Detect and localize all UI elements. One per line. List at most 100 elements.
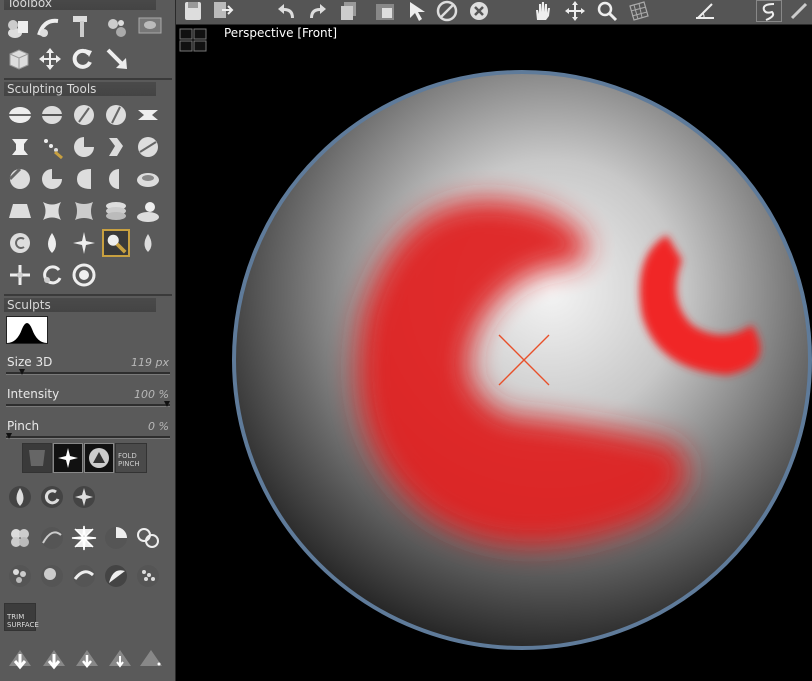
down-arrow-icon[interactable] — [106, 645, 134, 673]
bulge-tool-icon[interactable] — [70, 197, 98, 225]
grab-tool-icon[interactable] — [70, 133, 98, 161]
size-slider-label: Size 3D — [7, 355, 53, 369]
drop-tool-icon[interactable] — [38, 229, 66, 257]
c-tool-icon[interactable] — [6, 229, 34, 257]
curve-tools-icon[interactable] — [35, 14, 63, 42]
layers-icon[interactable] — [336, 0, 362, 22]
left-toolbox-panel: Toolbox Sculpting Tools Sculpts Size 3D — [0, 0, 176, 681]
save-icon[interactable] — [180, 0, 206, 22]
scrape-tool-icon[interactable] — [134, 133, 162, 161]
redo-icon[interactable] — [304, 0, 330, 22]
drop-brush-icon[interactable] — [6, 483, 34, 511]
planar-tool-icon[interactable] — [134, 165, 162, 193]
main-toolbar — [176, 0, 812, 25]
sculpt-canvas[interactable] — [177, 25, 812, 681]
star-brush-icon[interactable] — [70, 483, 98, 511]
size-slider-knob[interactable] — [19, 369, 26, 375]
brush-icon[interactable] — [786, 0, 812, 22]
pinch-slider[interactable] — [6, 433, 170, 439]
fill-tool-icon[interactable] — [6, 165, 34, 193]
fold-label: FOLD — [118, 452, 137, 460]
intensity-slider-label: Intensity — [7, 387, 60, 401]
trim-surface-button[interactable]: TRIM SURFACE — [4, 603, 39, 631]
flower-brush-icon[interactable] — [6, 524, 34, 552]
falloff-curve-preview[interactable] — [6, 316, 48, 344]
primitives-icon[interactable] — [5, 14, 33, 42]
intensity-slider-value: 100 % — [134, 388, 169, 401]
rotate-sculpt-icon[interactable] — [38, 261, 66, 289]
wave-brush-icon[interactable] — [70, 562, 98, 590]
intensity-slider[interactable] — [6, 401, 170, 407]
sculpting-tools-title: Sculpting Tools — [4, 82, 156, 96]
peak-arrow-icon[interactable] — [137, 645, 165, 673]
size-slider-value: 119 px — [131, 356, 169, 369]
drag-tool-icon[interactable] — [70, 165, 98, 193]
move-arrows-icon[interactable] — [36, 45, 64, 73]
scale-arrow-icon[interactable] — [103, 45, 131, 73]
pinch-label: PINCH — [118, 460, 140, 468]
down-arrow-icon[interactable] — [6, 645, 34, 673]
stretch-tool-icon[interactable] — [6, 133, 34, 161]
export-icon[interactable] — [210, 0, 236, 22]
object-icon[interactable] — [372, 0, 398, 22]
move-icon[interactable] — [562, 0, 588, 22]
size-slider[interactable] — [6, 369, 170, 375]
magnify-tool-icon[interactable] — [38, 165, 66, 193]
shell-brush-icon[interactable] — [38, 524, 66, 552]
transform-icon[interactable] — [103, 14, 131, 42]
zoom-icon[interactable] — [594, 0, 620, 22]
hammer-icon[interactable] — [68, 12, 96, 40]
spray-tool-icon[interactable] — [38, 133, 66, 161]
shrink-tool-icon[interactable] — [102, 165, 130, 193]
angle-icon[interactable] — [692, 0, 718, 22]
grid-icon[interactable] — [626, 0, 652, 22]
mode-button-sparkle[interactable] — [53, 443, 83, 473]
pinch-square-icon[interactable] — [38, 197, 66, 225]
toolbox-title: Toolbox — [4, 0, 156, 10]
down-arrow-icon[interactable] — [40, 645, 68, 673]
cut-sphere-icon[interactable] — [102, 524, 130, 552]
swirl-brush-icon[interactable] — [38, 483, 66, 511]
select-arrow-icon[interactable] — [404, 0, 430, 22]
pinch-slider-knob[interactable] — [6, 433, 12, 439]
crease-tool-icon[interactable] — [102, 101, 130, 129]
lasso-icon[interactable] — [756, 0, 782, 22]
inflate-icon[interactable] — [6, 101, 34, 129]
twist-tool-icon[interactable] — [102, 133, 130, 161]
pan-hand-icon[interactable] — [529, 0, 555, 22]
rotate-icon[interactable] — [68, 45, 96, 73]
sculpts-title: Sculpts — [4, 298, 156, 312]
stamp-tool-icon[interactable] — [134, 197, 162, 225]
move-sculpt-icon[interactable] — [6, 261, 34, 289]
divider — [4, 294, 172, 296]
cube-icon[interactable] — [5, 45, 33, 73]
cluster-brush-icon[interactable] — [6, 562, 34, 590]
paint-brush-icon[interactable] — [102, 229, 130, 257]
mode-button-triangle[interactable] — [84, 443, 114, 473]
3d-viewport[interactable]: Perspective [Front] — [177, 25, 812, 681]
target-icon[interactable] — [70, 261, 98, 289]
screen-icon[interactable] — [136, 12, 164, 40]
smooth-tool-icon[interactable] — [70, 101, 98, 129]
bubbles-brush-icon[interactable] — [134, 524, 162, 552]
fold-pinch-button[interactable]: FOLD PINCH — [115, 443, 147, 473]
flatten-tool-icon[interactable] — [134, 101, 162, 129]
undo-icon[interactable] — [274, 0, 300, 22]
drop-small-icon[interactable] — [134, 229, 162, 257]
dots-brush-icon[interactable] — [134, 562, 162, 590]
mode-button-stone[interactable] — [22, 443, 52, 473]
intensity-slider-knob[interactable] — [164, 401, 170, 407]
half-sphere-icon[interactable] — [102, 562, 130, 590]
starburst-brush-icon[interactable] — [70, 524, 98, 552]
layers-tool-icon[interactable] — [102, 197, 130, 225]
divider — [4, 78, 172, 80]
sparkle-tool-icon[interactable] — [70, 229, 98, 257]
plane-tool-icon[interactable] — [6, 197, 34, 225]
pinch-slider-value: 0 % — [148, 420, 169, 433]
trim-label: TRIM — [7, 613, 25, 621]
pinch-tool-icon[interactable] — [38, 101, 66, 129]
no-icon[interactable] — [434, 0, 460, 22]
sphere-brush-icon[interactable] — [38, 562, 66, 590]
down-arrow-icon[interactable] — [73, 645, 101, 673]
close-circle-icon[interactable] — [466, 0, 492, 22]
